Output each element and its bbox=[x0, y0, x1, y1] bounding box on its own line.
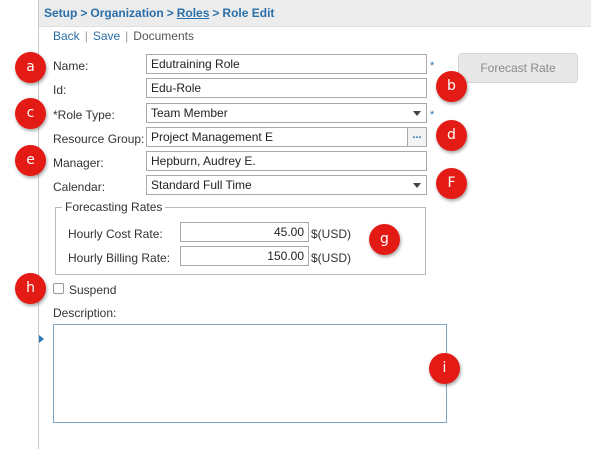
annotation-marker-a: a bbox=[15, 52, 46, 83]
annotation-marker-f: F bbox=[436, 168, 467, 199]
name-input[interactable]: Edutraining Role bbox=[146, 54, 427, 74]
action-divider: | bbox=[125, 29, 129, 43]
breadcrumb-setup[interactable]: Setup bbox=[44, 6, 77, 20]
annotation-marker-b: b bbox=[436, 71, 467, 102]
description-label: Description: bbox=[53, 306, 117, 320]
role-type-label: *Role Type: bbox=[53, 108, 115, 122]
annotation-marker-g: g bbox=[369, 224, 400, 255]
breadcrumb-organization[interactable]: Organization bbox=[90, 6, 163, 20]
annotation-marker-c: c bbox=[15, 98, 46, 129]
documents-link[interactable]: Documents bbox=[133, 29, 194, 43]
hourly-cost-rate-unit: $(USD) bbox=[311, 227, 352, 241]
breadcrumb-separator: > bbox=[80, 6, 88, 20]
description-textarea[interactable] bbox=[53, 324, 447, 423]
resource-group-value: Project Management E bbox=[151, 130, 274, 144]
forecasting-rates-legend: Forecasting Rates bbox=[62, 200, 166, 214]
suspend-label: Suspend bbox=[69, 283, 117, 297]
name-label: Name: bbox=[53, 59, 89, 73]
calendar-value: Standard Full Time bbox=[151, 178, 252, 192]
annotation-marker-h: h bbox=[15, 273, 46, 304]
calendar-select[interactable]: Standard Full Time bbox=[146, 175, 427, 195]
annotation-marker-d: d bbox=[436, 120, 467, 151]
role-type-required-mark: * bbox=[430, 109, 435, 121]
name-required-mark: * bbox=[430, 60, 435, 72]
id-input[interactable]: Edu-Role bbox=[146, 78, 427, 98]
save-link[interactable]: Save bbox=[93, 29, 120, 43]
browse-button[interactable]: ... bbox=[407, 128, 426, 146]
expand-arrow-icon[interactable] bbox=[39, 335, 44, 343]
hourly-billing-rate-input[interactable]: 150.00 bbox=[180, 246, 309, 266]
resource-group-label: Resource Group: bbox=[53, 132, 145, 146]
breadcrumb-current: Role Edit bbox=[222, 6, 275, 20]
forecast-rate-button[interactable]: Forecast Rate bbox=[458, 53, 578, 83]
manager-label: Manager: bbox=[53, 156, 104, 170]
annotation-marker-e: e bbox=[15, 145, 46, 176]
hourly-cost-rate-input[interactable]: 45.00 bbox=[180, 222, 309, 242]
back-link[interactable]: Back bbox=[53, 29, 80, 43]
chevron-down-icon bbox=[413, 183, 421, 188]
role-type-value: Team Member bbox=[151, 106, 228, 120]
hourly-cost-rate-label: Hourly Cost Rate: bbox=[68, 227, 163, 241]
breadcrumb-separator: > bbox=[212, 6, 220, 20]
breadcrumb-roles[interactable]: Roles bbox=[177, 6, 210, 20]
resource-group-field[interactable]: Project Management E ... bbox=[146, 127, 427, 147]
action-divider: | bbox=[84, 29, 88, 43]
role-type-select[interactable]: Team Member bbox=[146, 103, 427, 123]
breadcrumb: Setup > Organization > Roles > Role Edit bbox=[44, 6, 274, 20]
manager-input[interactable]: Hepburn, Audrey E. bbox=[146, 151, 427, 171]
calendar-label: Calendar: bbox=[53, 180, 106, 194]
hourly-billing-rate-label: Hourly Billing Rate: bbox=[68, 251, 171, 265]
annotation-marker-i: i bbox=[429, 353, 460, 384]
hourly-billing-rate-unit: $(USD) bbox=[311, 251, 352, 265]
suspend-checkbox[interactable] bbox=[53, 283, 64, 294]
id-label: Id: bbox=[53, 83, 67, 97]
breadcrumb-separator: > bbox=[166, 6, 174, 20]
action-bar: Back | Save | Documents bbox=[53, 29, 194, 43]
chevron-down-icon bbox=[413, 111, 421, 116]
